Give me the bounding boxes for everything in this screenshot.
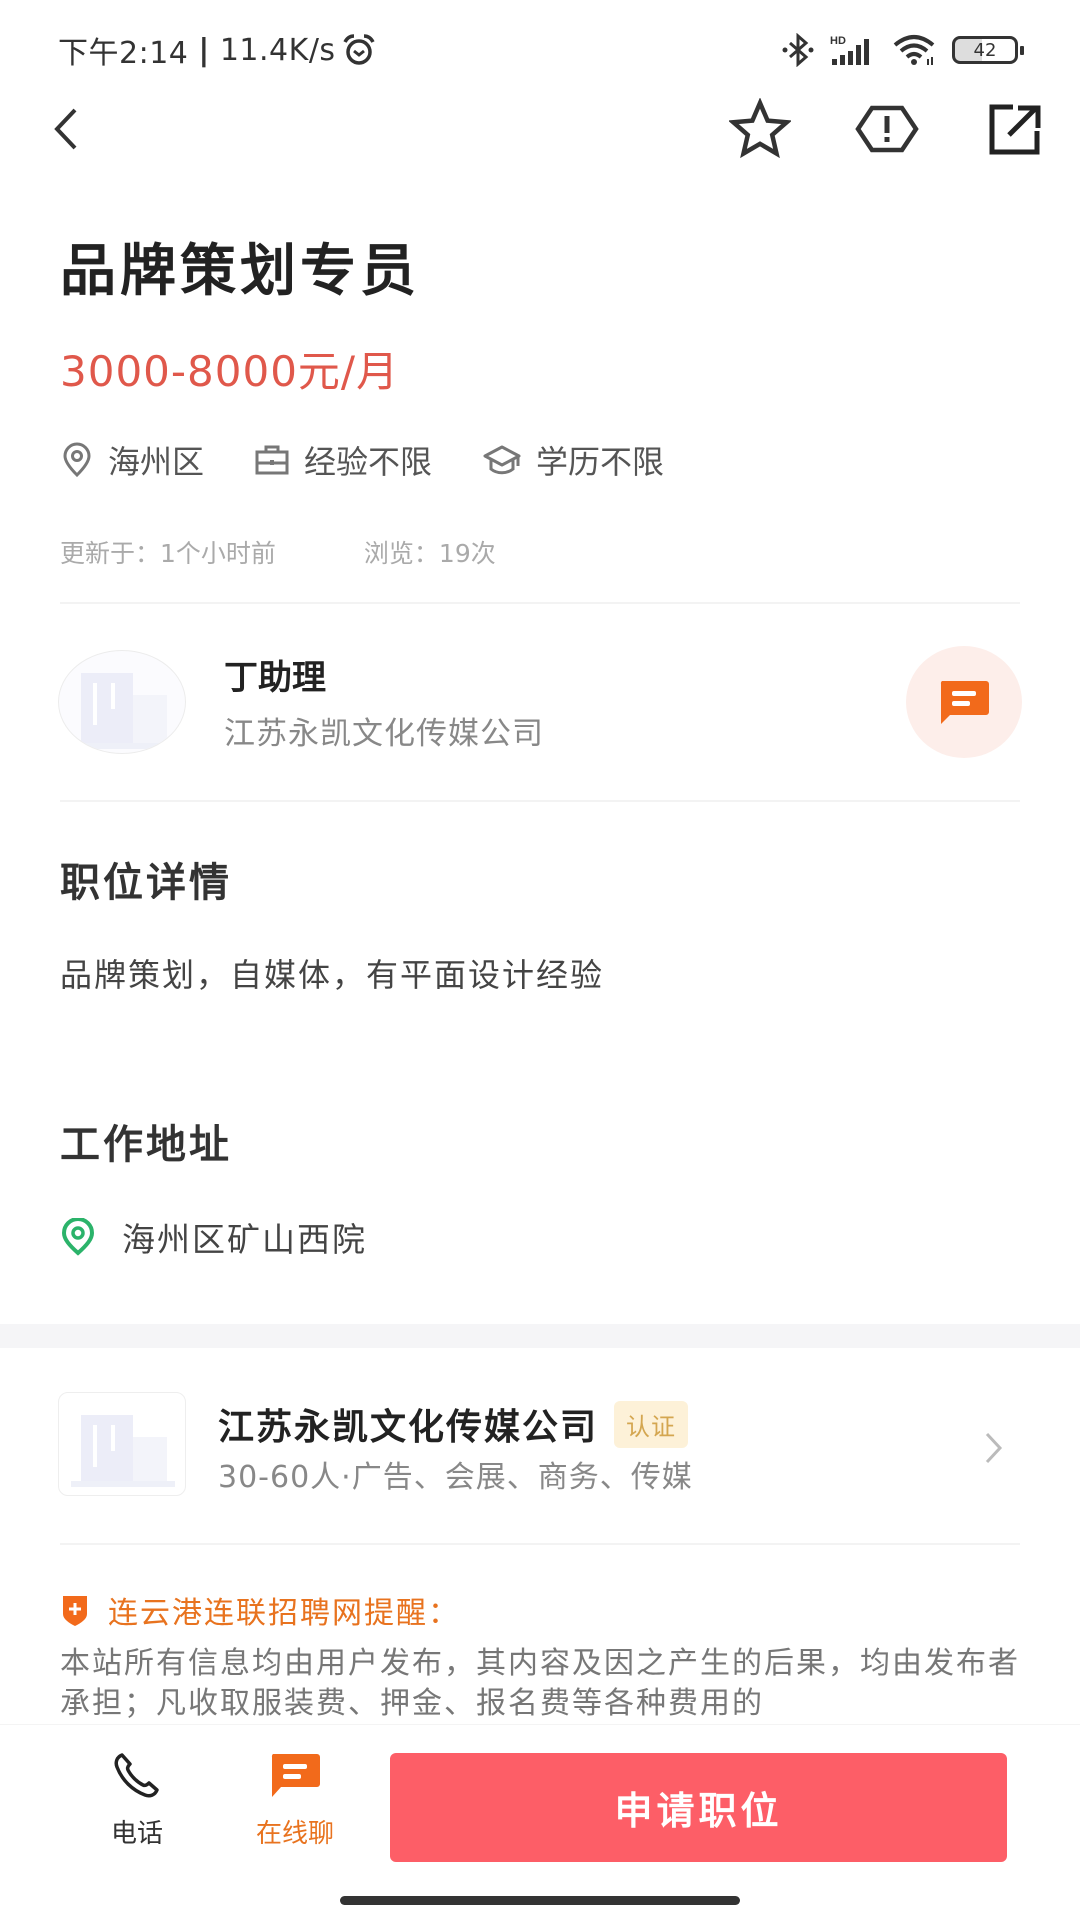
share-button[interactable] xyxy=(980,94,1050,164)
graduation-cap-icon xyxy=(483,445,521,475)
job-tags: 海州区 经验不限 学历不限 xyxy=(60,437,714,483)
chat-bubble-icon xyxy=(271,1754,320,1797)
network-speed: 11.4K/s xyxy=(219,32,336,68)
building-placeholder-icon xyxy=(71,1415,175,1487)
notice-body: 本站所有信息均由用户发布，其内容及因之产生的后果，均由发布者承担；凡收取服装费、… xyxy=(60,1646,1020,1721)
tag-location: 海州区 xyxy=(60,437,204,483)
wifi-icon xyxy=(892,33,938,67)
work-address-value: 海州区矿山西院 xyxy=(122,1220,367,1259)
location-pin-icon xyxy=(61,1218,95,1256)
building-placeholder-icon xyxy=(71,673,175,749)
work-address[interactable]: 海州区矿山西院 xyxy=(60,1213,367,1261)
tag-experience-label: 经验不限 xyxy=(304,443,433,481)
bluetooth-icon xyxy=(782,33,814,67)
notice-title: 连云港连联招聘网提醒： xyxy=(108,1596,460,1631)
job-title: 品牌策划专员 xyxy=(60,239,420,304)
section-separator xyxy=(0,1324,1080,1348)
divider xyxy=(60,1543,1020,1545)
chevron-right-icon xyxy=(982,1428,1006,1472)
briefcase-icon xyxy=(255,445,289,475)
back-button[interactable] xyxy=(30,94,100,164)
phone-label: 电话 xyxy=(110,1819,163,1849)
chat-bubble-icon xyxy=(940,681,989,724)
job-description: 品牌策划，自媒体，有平面设计经验 xyxy=(60,956,605,994)
divider xyxy=(60,602,1020,604)
company-name: 江苏永凯文化传媒公司 xyxy=(218,1407,599,1448)
chat-label: 在线聊 xyxy=(255,1819,334,1849)
star-icon xyxy=(729,98,791,159)
phone-icon xyxy=(114,1753,159,1798)
bottom-action-bar: 电话 在线聊 申请职位 xyxy=(0,1724,1080,1921)
favorite-button[interactable] xyxy=(725,94,795,164)
divider xyxy=(60,800,1020,802)
battery-indicator: 42 xyxy=(952,36,1024,64)
company-logo xyxy=(58,1392,186,1496)
tag-experience: 经验不限 xyxy=(254,437,432,483)
svg-text:HD: HD xyxy=(830,35,846,47)
share-icon xyxy=(989,104,1041,155)
recruiter-name: 丁助理 xyxy=(224,658,326,698)
status-time: 下午2:14 xyxy=(58,36,189,71)
notice-heading: 连云港连联招聘网提醒： xyxy=(60,1588,460,1632)
company-name-row: 江苏永凯文化传媒公司 认证 xyxy=(218,1398,689,1450)
chat-recruiter-button[interactable] xyxy=(906,646,1022,758)
phone-button[interactable]: 电话 xyxy=(92,1751,182,1850)
work-address-heading: 工作地址 xyxy=(60,1122,232,1168)
warning-hexagon-icon xyxy=(855,105,919,153)
apply-button[interactable]: 申请职位 xyxy=(390,1753,1007,1862)
recruiter-company: 江苏永凯文化传媒公司 xyxy=(224,716,544,752)
signal-icon: HD xyxy=(828,33,878,67)
location-pin-icon xyxy=(63,442,91,478)
view-count: 浏览：19次 xyxy=(363,539,496,568)
salary: 3000-8000元/月 xyxy=(60,347,400,396)
job-meta: 更新于：1个小时前 浏览：19次 xyxy=(60,534,496,570)
battery-level: 42 xyxy=(973,39,997,61)
company-info: 30-60人·广告、会展、商务、传媒 xyxy=(218,1460,693,1495)
status-icons: HD 42 xyxy=(782,24,1024,76)
online-chat-button[interactable]: 在线聊 xyxy=(235,1751,355,1850)
chevron-left-icon xyxy=(54,108,77,150)
shield-plus-icon xyxy=(63,1596,87,1626)
job-details-heading: 职位详情 xyxy=(60,860,232,906)
status-bar: 下午2:14 | 11.4K/s xyxy=(58,24,376,76)
report-button[interactable] xyxy=(852,94,922,164)
recruiter-avatar[interactable] xyxy=(58,650,186,754)
tag-location-label: 海州区 xyxy=(108,443,205,481)
alarm-icon xyxy=(342,33,376,67)
home-indicator[interactable] xyxy=(340,1896,740,1905)
status-separator: | xyxy=(198,32,210,68)
tag-education-label: 学历不限 xyxy=(536,443,665,481)
verified-badge: 认证 xyxy=(614,1400,689,1448)
updated-time: 更新于：1个小时前 xyxy=(60,539,276,568)
tag-education: 学历不限 xyxy=(482,437,664,483)
